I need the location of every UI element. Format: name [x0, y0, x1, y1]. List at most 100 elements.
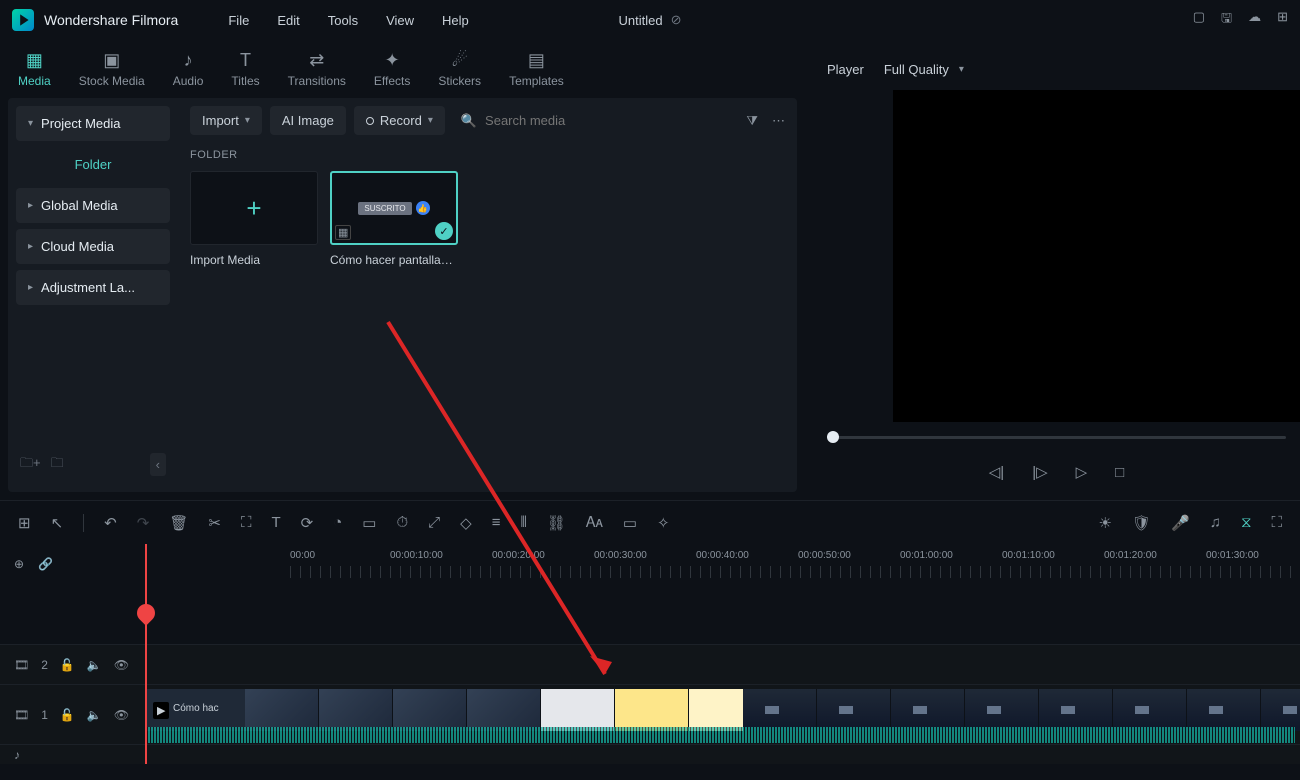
- delete-icon[interactable]: 🗑: [169, 514, 188, 532]
- lock-icon[interactable]: 🔓: [60, 658, 75, 672]
- menu-tools[interactable]: Tools: [328, 13, 358, 28]
- media-content: Import▾ AI Image Record▾ 🔍 ⧩ ⋯ FOLDER: [178, 98, 797, 492]
- keyframe-icon[interactable]: ◇: [460, 514, 472, 532]
- visibility-icon[interactable]: 👁: [114, 708, 129, 722]
- video-clip[interactable]: ▶ Cómo hac: [145, 689, 740, 731]
- video-track-icon: 🎞: [14, 658, 29, 672]
- color-icon[interactable]: ◔: [333, 514, 342, 531]
- mute-icon[interactable]: 🔈: [87, 658, 102, 672]
- playhead[interactable]: [145, 544, 147, 764]
- next-frame-icon[interactable]: |▷: [1032, 463, 1047, 481]
- layout-icon[interactable]: ▢: [1193, 9, 1205, 31]
- render-icon[interactable]: ☀: [1099, 514, 1112, 532]
- audio-waveform: [145, 727, 1295, 743]
- player-label: Player: [827, 62, 864, 77]
- film-icon: ▦: [335, 225, 351, 240]
- search-icon: 🔍: [461, 113, 477, 129]
- new-folder-icon[interactable]: 🗀+: [20, 454, 41, 476]
- record-button[interactable]: Record▾: [354, 106, 445, 135]
- caption-icon[interactable]: ▭: [362, 514, 376, 532]
- tab-transitions[interactable]: ⇄Transitions: [288, 50, 346, 88]
- stop-icon[interactable]: □: [1115, 464, 1124, 481]
- lock-icon[interactable]: 🔓: [60, 708, 75, 722]
- layout-grid-icon[interactable]: ⊞: [18, 514, 31, 532]
- track-1-body[interactable]: ▶ Cómo hac: [145, 685, 1300, 744]
- translate-icon[interactable]: 🗛: [586, 514, 603, 531]
- cut-icon[interactable]: ✂: [208, 514, 221, 532]
- expand-icon[interactable]: ⤢: [428, 514, 440, 531]
- quality-selector[interactable]: Full Quality▾: [884, 62, 964, 77]
- search-input[interactable]: [485, 113, 625, 128]
- cloud-sync-icon[interactable]: ⊘: [671, 12, 682, 28]
- chevron-down-icon: ▾: [245, 115, 250, 126]
- timeline: ⊕ 🔗 00:00 00:00:10:00 00:00:20:00 00:00:…: [0, 544, 1300, 764]
- cloud-upload-icon[interactable]: ☁: [1248, 9, 1261, 31]
- media-toolbar: Import▾ AI Image Record▾ 🔍 ⧩ ⋯: [190, 106, 785, 135]
- more-icon[interactable]: ⋯: [772, 113, 785, 129]
- speed-icon[interactable]: ⟳: [301, 514, 314, 532]
- text-icon[interactable]: T: [271, 514, 280, 531]
- menu-help[interactable]: Help: [442, 13, 469, 28]
- grid-icon[interactable]: ⊞: [1277, 9, 1288, 31]
- sidebar-global-media[interactable]: ▸Global Media: [16, 188, 170, 223]
- tab-templates[interactable]: ▤Templates: [509, 50, 564, 88]
- chevron-down-icon: ▾: [959, 64, 964, 75]
- pip-icon[interactable]: ▭: [623, 514, 637, 532]
- tab-effects[interactable]: ✦Effects: [374, 50, 410, 88]
- add-track-icon[interactable]: ⊕: [14, 557, 24, 571]
- shield-icon[interactable]: 🛡: [1132, 514, 1151, 532]
- play-icon[interactable]: ▷: [1076, 463, 1088, 481]
- visibility-icon[interactable]: 👁: [114, 658, 129, 672]
- sidebar-project-media[interactable]: ▾Project Media: [16, 106, 170, 141]
- adjust-icon[interactable]: ≡: [492, 514, 501, 531]
- link-icon[interactable]: ⛓: [547, 514, 566, 532]
- tab-titles[interactable]: TTitles: [231, 50, 259, 88]
- import-button[interactable]: Import▾: [190, 106, 262, 135]
- sidebar-folder[interactable]: Folder: [16, 147, 170, 182]
- filter-icon[interactable]: ⧩: [746, 113, 758, 129]
- video-track-icon: 🎞: [14, 708, 29, 722]
- menu-file[interactable]: File: [228, 13, 249, 28]
- cursor-icon[interactable]: ↖: [51, 514, 64, 532]
- folder-icon[interactable]: 🗀: [51, 454, 64, 476]
- mic-icon[interactable]: 🎤: [1171, 514, 1190, 532]
- ai-image-button[interactable]: AI Image: [270, 106, 346, 135]
- music-icon[interactable]: ♫: [1210, 514, 1221, 531]
- record-icon: [366, 117, 374, 125]
- tab-media[interactable]: ▦Media: [18, 50, 51, 88]
- redo-icon[interactable]: ↷: [137, 514, 150, 532]
- menu-edit[interactable]: Edit: [277, 13, 299, 28]
- timeline-ruler[interactable]: 00:00 00:00:10:00 00:00:20:00 00:00:30:0…: [290, 544, 1300, 584]
- scrub-handle[interactable]: [827, 431, 839, 443]
- crop-icon[interactable]: ⛶: [241, 514, 252, 531]
- collapse-sidebar-icon[interactable]: ‹: [150, 453, 166, 476]
- sidebar-cloud-media[interactable]: ▸Cloud Media: [16, 229, 170, 264]
- player-viewport[interactable]: [893, 90, 1300, 422]
- menu-view[interactable]: View: [386, 13, 414, 28]
- player-scrubber[interactable]: [813, 422, 1300, 452]
- video-clip-2[interactable]: [743, 689, 1300, 731]
- section-label: FOLDER: [190, 149, 785, 161]
- tab-stickers[interactable]: ☄Stickers: [438, 50, 481, 88]
- timer-icon[interactable]: ⏱: [396, 514, 408, 531]
- prev-frame-icon[interactable]: ◁|: [989, 463, 1004, 481]
- caret-right-icon: ▸: [28, 241, 33, 252]
- panel-tabs: ▦Media ▣Stock Media ♪Audio TTitles ⇄Tran…: [0, 40, 805, 98]
- magnet-icon[interactable]: ⧖: [1241, 514, 1252, 531]
- save-icon[interactable]: 🖫: [1221, 9, 1232, 31]
- fit-icon[interactable]: ⛶: [1271, 514, 1282, 531]
- mute-icon[interactable]: 🔈: [87, 708, 102, 722]
- mixer-icon[interactable]: ⫴: [520, 514, 526, 531]
- tab-audio[interactable]: ♪Audio: [173, 50, 204, 88]
- title-actions: ▢ 🖫 ☁ ⊞: [1193, 9, 1288, 31]
- link-icon[interactable]: 🔗: [38, 557, 53, 571]
- magic-icon[interactable]: ✧: [657, 514, 670, 532]
- undo-icon[interactable]: ↶: [104, 514, 117, 532]
- media-sidebar: ▾Project Media Folder ▸Global Media ▸Clo…: [8, 98, 178, 492]
- import-media-card[interactable]: + Import Media: [190, 171, 318, 267]
- media-clip[interactable]: SUSCRITO 👍 ▦ ✓ Cómo hacer pantallas ...: [330, 171, 458, 267]
- search-media[interactable]: 🔍: [453, 113, 633, 129]
- sidebar-adjustment-layer[interactable]: ▸Adjustment La...: [16, 270, 170, 305]
- audio-track-icon: ♪: [14, 748, 20, 762]
- tab-stock-media[interactable]: ▣Stock Media: [79, 50, 145, 88]
